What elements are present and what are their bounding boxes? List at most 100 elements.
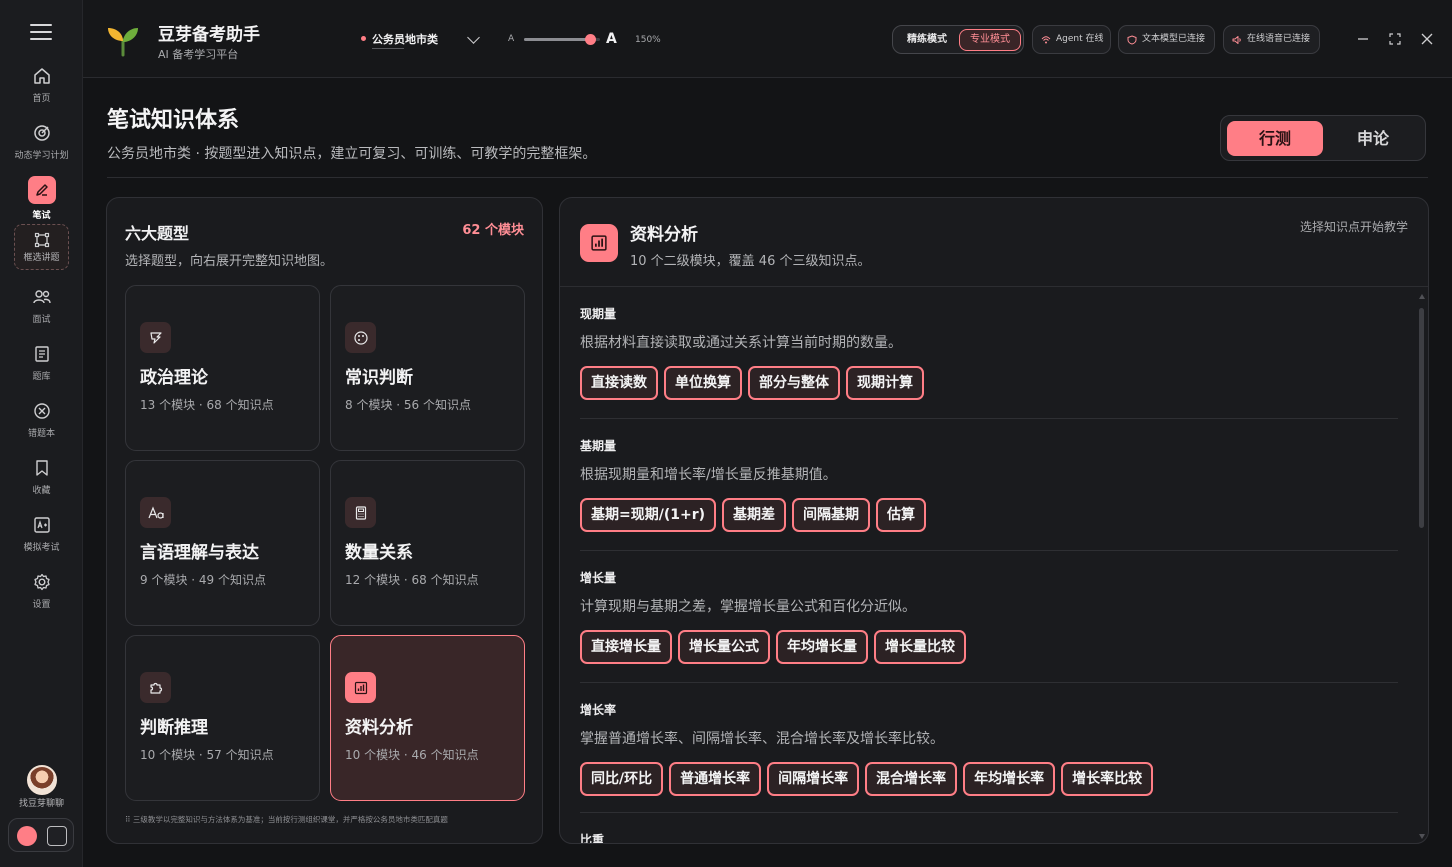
minimize-icon[interactable] — [1356, 32, 1370, 46]
fullscreen-icon[interactable] — [1388, 32, 1402, 46]
select-frame-icon — [34, 232, 49, 248]
knowledge-tag[interactable]: 混合增长率 — [865, 762, 958, 796]
text-model-status-badge[interactable]: 文本模型已连接 — [1118, 25, 1215, 54]
record-dot-icon[interactable] — [17, 826, 37, 846]
tab-shenlun[interactable]: 申论 — [1325, 121, 1421, 156]
type-card-verbal[interactable]: 言语理解与表达 9 个模块 · 49 个知识点 — [125, 460, 320, 626]
wifi-icon — [1041, 36, 1051, 44]
app-subtitle: AI 备考学习平台 — [158, 48, 239, 61]
sidebar: 首页 动态学习计划 笔试 框选讲题 面试 题库 错题本 收藏 模拟考试 设置 找… — [0, 0, 83, 867]
module-section: 基期量 根据现期量和增长率/增长量反推基期值。 基期=现期/(1+r) 基期差 间隔… — [580, 437, 1398, 534]
type-card-politics[interactable]: 政治理论 13 个模块 · 68 个知识点 — [125, 285, 320, 451]
menu-icon[interactable] — [30, 24, 52, 42]
font-size-small-label: A — [508, 34, 515, 44]
square-icon[interactable] — [47, 826, 67, 846]
sidebar-item-written[interactable]: 笔试 — [0, 176, 83, 226]
scroll-up-icon[interactable] — [1419, 294, 1425, 299]
type-card-reasoning[interactable]: 判断推理 10 个模块 · 57 个知识点 — [125, 635, 320, 801]
knowledge-map-panel: 资料分析 10 个二级模块，覆盖 46 个三级知识点。 选择知识点开始教学 现期… — [559, 197, 1429, 844]
knowledge-tag[interactable]: 增长量公式 — [678, 630, 770, 664]
topbar: 豆芽备考助手 AI 备考学习平台 公务员地市类 A A 150% 精练模式 专业… — [83, 0, 1452, 78]
module-description: 根据材料直接读取或通过关系计算当前时期的数量。 — [580, 335, 902, 351]
font-size-slider[interactable] — [524, 34, 600, 45]
type-card-data-analysis[interactable]: 资料分析 10 个模块 · 46 个知识点 — [330, 635, 525, 801]
x-circle-icon — [33, 403, 50, 419]
question-type-panel: 六大题型 62 个模块 选择题型，向右展开完整知识地图。 政治理论 13 个模块… — [106, 197, 543, 844]
page-subtitle: 公务员地市类 · 按题型进入知识点，建立可复习、可训练、可教学的完整框架。 — [107, 146, 597, 162]
module-section: 增长率 掌握普通增长率、间隔增长率、混合增长率及增长率比较。 同比/环比 普通增长… — [580, 701, 1398, 798]
sidebar-item-home[interactable]: 首页 — [0, 66, 83, 116]
knowledge-tag[interactable]: 基期=现期/(1+r) — [580, 498, 717, 532]
module-description: 根据现期量和增长率/增长量反推基期值。 — [580, 467, 837, 483]
sidebar-item-label: 框选讲题 — [23, 253, 60, 263]
module-section: 现期量 根据材料直接读取或通过关系计算当前时期的数量。 直接读数 单位换算 部分与整… — [580, 305, 1398, 402]
home-icon — [33, 68, 50, 84]
knowledge-tag[interactable]: 基期差 — [722, 498, 787, 532]
palette-icon — [345, 322, 376, 353]
puzzle-icon — [140, 672, 171, 703]
sidebar-item-favorites[interactable]: 收藏 — [0, 458, 83, 508]
tab-xingce[interactable]: 行测 — [1227, 121, 1323, 156]
knowledge-tag[interactable]: 部分与整体 — [748, 366, 840, 400]
sidebar-item-interview[interactable]: 面试 — [0, 287, 83, 337]
sidebar-item-label: 设置 — [32, 600, 51, 610]
bar-chart-icon — [580, 224, 618, 262]
practice-mode-button[interactable]: 精练模式 — [897, 29, 957, 51]
pro-mode-button[interactable]: 专业模式 — [959, 29, 1021, 51]
panel-subtitle: 选择题型，向右展开完整知识地图。 — [125, 254, 334, 269]
sprout-logo-icon — [108, 28, 138, 57]
knowledge-tags: 直接读数 单位换算 部分与整体 现期计算 — [580, 366, 1398, 402]
sidebar-item-label: 面试 — [32, 315, 51, 325]
close-icon[interactable] — [1420, 32, 1434, 46]
knowledge-tag[interactable]: 间隔基期 — [792, 498, 871, 532]
agent-status-badge[interactable]: Agent 在线 — [1032, 25, 1111, 54]
sidebar-item-label: 收藏 — [32, 486, 51, 496]
sidebar-item-label: 模拟考试 — [23, 543, 60, 553]
knowledge-tag[interactable]: 直接增长量 — [580, 630, 672, 664]
knowledge-tag[interactable]: 直接读数 — [580, 366, 658, 400]
sidebar-item-frame-select[interactable]: 框选讲题 — [14, 224, 69, 270]
knowledge-tag[interactable]: 年均增长率 — [963, 762, 1056, 796]
sidebar-item-bank[interactable]: 题库 — [0, 344, 83, 394]
exam-icon — [33, 517, 50, 533]
sidebar-item-mock-exam[interactable]: 模拟考试 — [0, 515, 83, 565]
page-title: 笔试知识体系 — [107, 108, 240, 133]
people-icon — [32, 290, 51, 304]
sidebar-item-plan[interactable]: 动态学习计划 — [0, 123, 83, 173]
knowledge-list[interactable]: 现期量 根据材料直接读取或通过关系计算当前时期的数量。 直接读数 单位换算 部分与整… — [560, 287, 1428, 843]
knowledge-tag[interactable]: 增长量比较 — [874, 630, 966, 664]
target-icon — [33, 125, 50, 141]
knowledge-tag[interactable]: 单位换算 — [664, 366, 742, 400]
voice-status-badge[interactable]: 在线语音已连接 — [1223, 25, 1320, 54]
knowledge-tags: 同比/环比 普通增长率 间隔增长率 混合增长率 年均增长率 增长率比较 — [580, 762, 1398, 798]
panel-title: 六大题型 — [125, 224, 190, 243]
module-section: 比重 — [580, 831, 1398, 843]
type-card-quantitative[interactable]: 数量关系 12 个模块 · 68 个知识点 — [330, 460, 525, 626]
shield-icon — [1127, 35, 1137, 45]
knowledge-tag[interactable]: 增长率比较 — [1061, 762, 1154, 796]
slider-handle[interactable] — [585, 34, 596, 45]
sidebar-item-label: 错题本 — [27, 429, 55, 439]
chevron-down-icon — [467, 31, 480, 44]
gear-icon — [33, 573, 50, 591]
module-section: 增长量 计算现期与基期之差，掌握增长量公式和百化分近似。 直接增长量 增长量公式年… — [580, 569, 1398, 666]
sidebar-item-mistakes[interactable]: 错题本 — [0, 401, 83, 451]
scrollbar[interactable] — [1419, 294, 1425, 839]
knowledge-tag[interactable]: 年均增长量 — [776, 630, 868, 664]
avatar[interactable] — [27, 765, 57, 795]
sidebar-item-settings[interactable]: 设置 — [0, 572, 83, 622]
knowledge-tag[interactable]: 估算 — [876, 498, 927, 532]
knowledge-tag[interactable]: 同比/环比 — [580, 762, 664, 796]
scrollbar-thumb[interactable] — [1419, 308, 1424, 528]
knowledge-tag[interactable]: 现期计算 — [846, 366, 924, 400]
bar-chart-icon — [345, 672, 376, 703]
knowledge-tag[interactable]: 普通增长率 — [669, 762, 762, 796]
status-dot-icon — [361, 36, 366, 41]
knowledge-tag[interactable]: 间隔增长率 — [767, 762, 860, 796]
app-title: 豆芽备考助手 — [158, 25, 260, 45]
sidebar-item-label: 首页 — [32, 94, 51, 104]
scroll-down-icon[interactable] — [1419, 834, 1425, 839]
type-card-common-sense[interactable]: 常识判断 8 个模块 · 56 个知识点 — [330, 285, 525, 451]
chat-label[interactable]: 找豆芽聊聊 — [0, 796, 83, 809]
track-select[interactable]: 公务员地市类 — [361, 30, 485, 50]
